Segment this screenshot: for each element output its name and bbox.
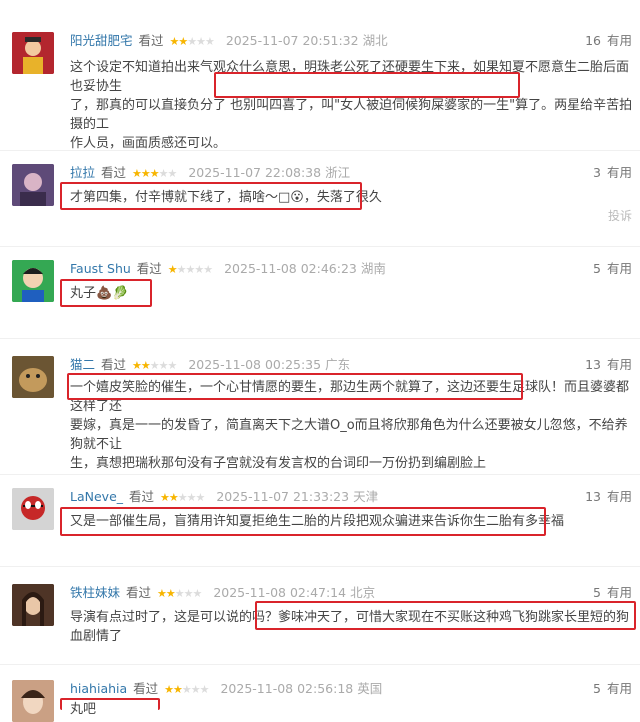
rating-stars: ★★★★★ [132,359,177,372]
comment-time: 2025-11-08 00:25:35 [188,357,322,372]
comment-meta: Faust Shu 看过 ★★★★★ 2025-11-08 02:46:23 湖南 [70,260,386,278]
comment-line: 丸子💩🥬 [70,286,129,301]
divider [0,474,640,475]
comment-line: 生，真想把瑞秋那句没有子宫就没有发言权的台词印一万份扔到编剧脸上 [70,456,487,471]
report-link[interactable]: 投诉 [608,207,632,224]
avatar[interactable] [12,488,54,530]
vote-count: 5 [593,585,601,600]
username[interactable]: Faust Shu [70,261,131,276]
username[interactable]: 铁柱妹妹 [70,585,120,600]
comment-item: hiahiahia 看过 ★★★★★ 2025-11-08 02:56:18 英国 … [0,676,640,722]
highlight-box [214,72,520,98]
comment-location: 湖北 [362,33,388,48]
highlight-box [60,182,362,210]
useful-label: 有用 [606,261,632,276]
comment-text: 丸子💩🥬 [70,284,636,303]
vote-count: 13 [585,357,601,372]
watched-label: 看过 [129,489,155,504]
comment-item: 铁柱妹妹 看过 ★★★★★ 2025-11-08 02:47:14 北京 5 有用 … [0,580,640,650]
avatar[interactable] [12,32,54,74]
rating-stars: ★★★★★ [157,587,202,600]
comment-time: 2025-11-08 02:46:23 [224,261,357,276]
watched-label: 看过 [126,585,152,600]
username[interactable]: 拉拉 [70,165,95,180]
useful-votes[interactable]: 13 有用 [585,488,632,506]
useful-label: 有用 [606,357,632,372]
comment-time: 2025-11-07 20:51:32 [225,33,359,48]
username[interactable]: LaNeve_ [70,489,123,504]
useful-label: 有用 [606,489,632,504]
highlight-box [60,279,152,307]
useful-votes[interactable]: 16 有用 [585,32,632,50]
divider [0,338,640,339]
watched-label: 看过 [101,357,127,372]
useful-votes[interactable]: 5 有用 [593,260,632,278]
avatar[interactable] [12,260,54,302]
comment-location: 北京 [350,585,376,600]
highlight-box [255,601,636,630]
comment-time: 2025-11-07 21:33:23 [216,489,350,504]
useful-votes[interactable]: 5 有用 [593,584,632,602]
highlight-box [67,373,523,400]
comment-item: Faust Shu 看过 ★★★★★ 2025-11-08 02:46:23 湖南 … [0,256,640,316]
rating-stars: ★★★★★ [164,683,209,696]
vote-count: 5 [593,681,601,696]
avatar[interactable] [12,680,54,722]
vote-count: 13 [585,489,601,504]
watched-label: 看过 [101,165,127,180]
username[interactable]: 猫二 [70,357,95,372]
avatar[interactable] [12,356,54,398]
useful-label: 有用 [606,585,632,600]
comment-location: 浙江 [325,165,351,180]
comment-item: 阳光甜肥宅 看过 ★★★★★ 2025-11-07 20:51:32 湖北 16 有… [0,28,640,151]
comment-meta: 猫二 看过 ★★★★★ 2025-11-08 00:25:35 广东 [70,356,350,374]
comment-time: 2025-11-08 02:47:14 [213,585,347,600]
comment-meta: LaNeve_ 看过 ★★★★★ 2025-11-07 21:33:23 天津 [70,488,378,506]
comment-line: 了，那真的可以直接负分了 也别叫四喜了，叫"女人被迫伺候狗屎婆家的一生"算了。两… [70,98,633,132]
vote-count: 3 [593,165,601,180]
comment-item: 猫二 看过 ★★★★★ 2025-11-08 00:25:35 广东 13 有用 一… [0,352,640,471]
divider [0,664,640,665]
comment-location: 广东 [325,357,351,372]
comment-meta: 拉拉 看过 ★★★★★ 2025-11-07 22:08:38 浙江 [70,164,350,182]
watched-label: 看过 [136,261,162,276]
comment-item: LaNeve_ 看过 ★★★★★ 2025-11-07 21:33:23 天津 13… [0,484,640,554]
avatar[interactable] [12,164,54,206]
comment-line: 要嫁，真是一一的发昏了，简直离天下之大谱O_o而且将欣那角色为什么还要被女儿忽悠… [70,418,628,452]
highlight-box [60,698,160,710]
rating-stars: ★★★★★ [132,167,177,180]
rating-stars: ★★★★★ [160,491,205,504]
vote-count: 5 [593,261,601,276]
highlight-box [60,507,546,536]
comment-location: 天津 [353,489,379,504]
username[interactable]: 阳光甜肥宅 [70,33,133,48]
useful-votes[interactable]: 13 有用 [585,356,632,374]
comment-item: 拉拉 看过 ★★★★★ 2025-11-07 22:08:38 浙江 3 有用 才第… [0,160,640,240]
useful-votes[interactable]: 3 有用 [593,164,632,182]
watched-label: 看过 [133,681,159,696]
comment-location: 湖南 [360,261,386,276]
comment-meta: hiahiahia 看过 ★★★★★ 2025-11-08 02:56:18 英国 [70,680,382,698]
useful-label: 有用 [606,681,632,696]
vote-count: 16 [585,33,601,48]
watched-label: 看过 [138,33,164,48]
comment-location: 英国 [357,681,383,696]
useful-label: 有用 [606,33,632,48]
comment-time: 2025-11-08 02:56:18 [220,681,354,696]
divider [0,150,640,151]
avatar[interactable] [12,584,54,626]
rating-stars: ★★★★★ [167,263,213,276]
username[interactable]: hiahiahia [70,681,127,696]
useful-votes[interactable]: 5 有用 [593,680,632,698]
useful-label: 有用 [606,165,632,180]
divider [0,246,640,247]
divider [0,566,640,567]
comment-time: 2025-11-07 22:08:38 [188,165,322,180]
comment-meta: 铁柱妹妹 看过 ★★★★★ 2025-11-08 02:47:14 北京 [70,584,375,602]
comment-meta: 阳光甜肥宅 看过 ★★★★★ 2025-11-07 20:51:32 湖北 [70,32,388,50]
rating-stars: ★★★★★ [169,35,215,48]
